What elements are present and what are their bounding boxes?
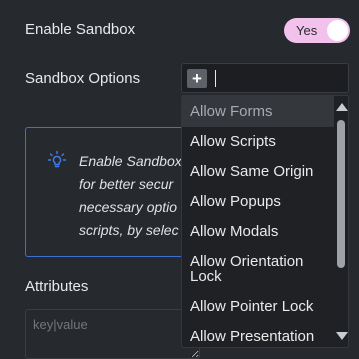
scroll-thumb[interactable] — [337, 120, 345, 268]
dropdown-option-allow-orientation-lock[interactable]: Allow Orientation Lock — [182, 254, 334, 284]
sandbox-options-dropdown[interactable]: Allow Forms Allow Scripts Allow Same Ori… — [181, 95, 349, 348]
dropdown-option-allow-presentation[interactable]: Allow Presentation — [182, 329, 334, 344]
scroll-down-arrow-icon[interactable] — [336, 332, 348, 340]
text-caret — [215, 70, 216, 87]
lightbulb-icon — [47, 150, 67, 168]
toggle-state-label: Yes — [296, 23, 318, 38]
sandbox-options-select[interactable]: + — [181, 63, 349, 93]
plus-icon[interactable]: + — [187, 69, 207, 88]
dropdown-option-allow-pointer-lock[interactable]: Allow Pointer Lock — [182, 299, 334, 314]
info-line: scripts, by selec — [79, 222, 179, 238]
info-line: necessary optio — [79, 199, 178, 215]
dropdown-scrollbar[interactable] — [334, 96, 348, 347]
attributes-input[interactable] — [25, 309, 200, 359]
toggle-knob — [327, 20, 348, 41]
dropdown-option-allow-popups[interactable]: Allow Popups — [182, 194, 334, 209]
attributes-label: Attributes — [25, 278, 89, 295]
sandbox-options-label: Sandbox Options — [25, 70, 141, 87]
enable-sandbox-label: Enable Sandbox — [25, 21, 136, 38]
dropdown-option-allow-forms[interactable]: Allow Forms — [182, 96, 334, 127]
info-line: for better secur — [79, 176, 174, 192]
enable-sandbox-toggle[interactable]: Yes — [284, 18, 350, 43]
info-text: Enable Sandbox for better secur necessar… — [79, 150, 194, 242]
dropdown-option-allow-modals[interactable]: Allow Modals — [182, 224, 334, 239]
info-notice: Enable Sandbox for better secur necessar… — [25, 127, 195, 257]
dropdown-option-allow-scripts[interactable]: Allow Scripts — [182, 134, 334, 149]
info-line: Enable Sandbox — [79, 153, 182, 169]
scroll-up-arrow-icon[interactable] — [336, 103, 348, 111]
dropdown-option-allow-same-origin[interactable]: Allow Same Origin — [182, 164, 334, 179]
